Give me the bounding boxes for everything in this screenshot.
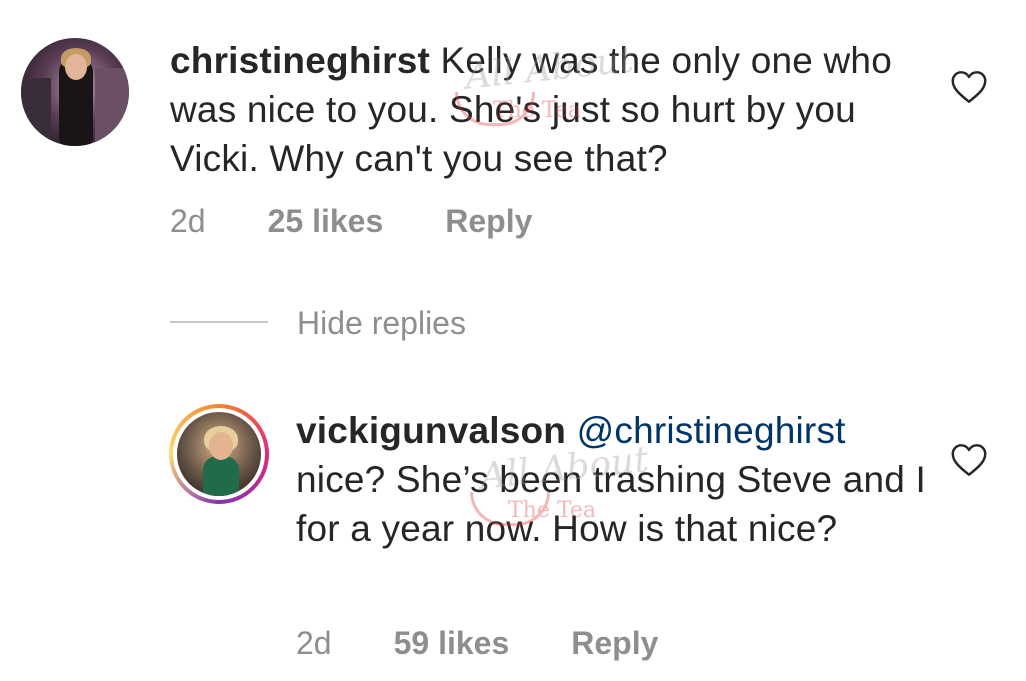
likes-count[interactable]: 59 likes bbox=[394, 625, 510, 662]
heart-icon[interactable] bbox=[950, 443, 988, 477]
comment-meta: 2d 59 likes Reply bbox=[296, 625, 658, 662]
comments-screen: christineghirst Kelly was the only one w… bbox=[0, 0, 1026, 681]
reply-button[interactable]: Reply bbox=[445, 203, 532, 240]
reply-button[interactable]: Reply bbox=[571, 625, 658, 662]
comment-username[interactable]: vickigunvalson bbox=[296, 410, 566, 451]
comment-body: christineghirst Kelly was the only one w… bbox=[170, 36, 930, 183]
reply-body: vickigunvalson @christineghirst nice? Sh… bbox=[296, 406, 936, 553]
comment-meta: 2d 25 likes Reply bbox=[170, 203, 532, 240]
comment-text: nice? She’s been trashing Steve and I fo… bbox=[296, 459, 926, 549]
comment-time: 2d bbox=[170, 203, 206, 239]
comment-username[interactable]: christineghirst bbox=[170, 40, 430, 81]
avatar-christineghirst[interactable] bbox=[21, 38, 129, 146]
mention-link[interactable]: @christineghirst bbox=[577, 410, 846, 451]
heart-icon[interactable] bbox=[950, 70, 988, 104]
comment-time: 2d bbox=[296, 625, 332, 661]
likes-count[interactable]: 25 likes bbox=[268, 203, 384, 240]
hide-replies-button[interactable]: Hide replies bbox=[297, 305, 466, 342]
divider bbox=[170, 321, 268, 323]
avatar-vickigunvalson[interactable] bbox=[169, 404, 269, 504]
